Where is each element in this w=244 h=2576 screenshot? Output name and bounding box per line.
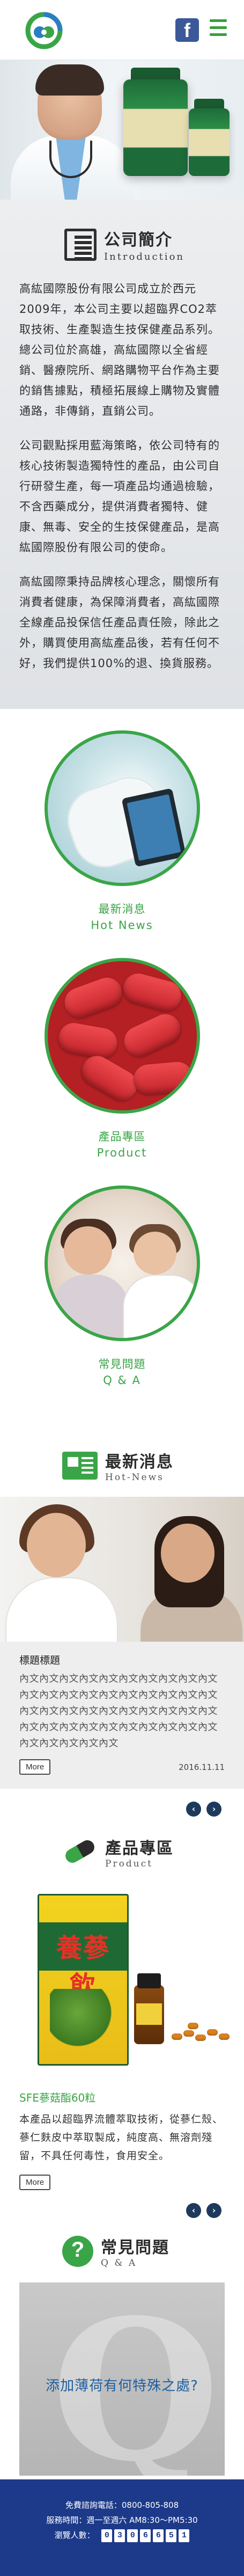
counter-digit: 5	[166, 2529, 177, 2542]
news-date: 2016.11.11	[179, 1762, 225, 1772]
hero-banner	[0, 60, 244, 200]
qa-circle-image[interactable]	[44, 1185, 200, 1341]
qa-card[interactable]: Q 添加薄荷有何特殊之處?	[19, 2282, 225, 2476]
product-subtitle: Product	[105, 1858, 153, 1869]
facebook-icon[interactable]: f	[175, 18, 199, 42]
next-arrow-icon[interactable]: ›	[206, 1802, 221, 1817]
footer-hours: 服務時間：週一至週六 AM8:30～PM5:30	[46, 2515, 198, 2525]
qa-subtitle: Q & A	[101, 2258, 137, 2268]
product-title: 產品專區	[105, 1839, 174, 1858]
intro-paragraph: 高紘國際股份有限公司成立於西元2009年，本公司主要以超臨界CO2萃取技術、生產…	[19, 282, 220, 418]
prev-arrow-icon[interactable]: ‹	[186, 2203, 201, 2218]
news-more-button[interactable]: More	[19, 1759, 51, 1775]
news-card: 標題標題 內文內文內文內文內文內文內文內文內文內文內文內文內文內文內文內文內文內…	[0, 1642, 244, 1789]
news-item-title[interactable]: 標題標題	[19, 1652, 225, 1667]
product-section: 產品專區 Product 養蔘飲 SFE蔘菇酯60粒 本產品以超臨界流體萃取技術…	[0, 1829, 244, 2231]
hero-product-bottle	[123, 79, 188, 176]
qa-section: ? 常見問題 Q & A Q 添加薄荷有何特殊之處? ‹ ›	[0, 2231, 244, 2516]
question-mark-icon: ?	[62, 2236, 93, 2267]
intro-subtitle: Introduction	[104, 251, 184, 262]
circle-label[interactable]: 最新消息	[0, 901, 244, 917]
intro-paragraph: 高紘國際秉持品牌核心理念，關懷所有消費者健康，為保障消費者，高紘國際全線產品投保…	[19, 575, 220, 670]
softgel-capsules	[172, 2023, 236, 2044]
product-photo[interactable]: 養蔘飲	[0, 1883, 244, 2082]
product-circle-image[interactable]	[44, 958, 200, 1114]
counter-digit: 3	[114, 2529, 125, 2542]
circle-label[interactable]: 產品專區	[0, 1129, 244, 1145]
hero-product-bottle-small	[189, 108, 230, 176]
qa-title: 常見問題	[101, 2238, 169, 2257]
site-header: f	[0, 0, 244, 60]
circle-nav: 最新消息 Hot News 產品專區 Product 常見問題 Q & A	[0, 709, 244, 1429]
product-name[interactable]: SFE蔘菇酯60粒	[19, 2089, 225, 2105]
company-logo-icon[interactable]	[21, 12, 66, 49]
circle-label[interactable]: 常見問題	[0, 1356, 244, 1372]
circle-nav-news[interactable]: 最新消息 Hot News	[0, 730, 244, 933]
circle-sublabel[interactable]: Hot News	[0, 917, 244, 933]
news-header: 最新消息 Hot-News	[19, 1448, 225, 1483]
product-more-button[interactable]: More	[19, 2175, 51, 2190]
visitor-label: 瀏覽人數：	[54, 2530, 95, 2540]
circle-sublabel[interactable]: Product	[0, 1145, 244, 1161]
counter-digit: 6	[140, 2529, 151, 2542]
intro-section: 公司簡介 Introduction 高紘國際股份有限公司成立於西元2009年，本…	[0, 200, 244, 709]
building-icon	[64, 228, 97, 261]
product-box: 養蔘飲	[38, 1894, 129, 2066]
news-section: 最新消息 Hot-News 標題標題 內文內文內文內文內文內文內文內文內文內文內…	[0, 1429, 244, 1829]
news-pager: ‹ ›	[19, 1789, 225, 1829]
product-header: 產品專區 Product	[19, 1835, 225, 1869]
product-description: 本產品以超臨界流體萃取技術，從蔘仁殼、蔘仁麩皮中萃取製成，純度高、無溶劑殘留，不…	[19, 2113, 224, 2162]
counter-digit: 6	[153, 2529, 164, 2542]
news-circle-image[interactable]	[44, 730, 200, 886]
news-item-body: 內文內文內文內文內文內文內文內文內文內文內文內文內文內文內文內文內文內文內文內文…	[19, 1673, 218, 1749]
circle-sublabel[interactable]: Q & A	[0, 1372, 244, 1388]
visitor-counter-row: 瀏覽人數： 0 3 0 6 6 5 1	[0, 2528, 244, 2543]
next-arrow-icon[interactable]: ›	[206, 2203, 221, 2218]
qa-question[interactable]: 添加薄荷有何特殊之處?	[19, 2375, 225, 2395]
counter-digit: 1	[179, 2529, 190, 2542]
site-footer: 免費諮詢電話：0800-805-808 服務時間：週一至週六 AM8:30～PM…	[0, 2479, 244, 2576]
prev-arrow-icon[interactable]: ‹	[186, 1802, 201, 1817]
visitor-counter: 0 3 0 6 6 5 1	[101, 2529, 190, 2542]
page: f 公司簡介 Introduction 高紘國際股份有限公司成立於西元2009年…	[0, 0, 244, 2576]
product-pager: ‹ ›	[19, 2190, 225, 2231]
hamburger-menu-icon[interactable]	[210, 19, 227, 39]
capsule-icon	[62, 1838, 98, 1866]
counter-digit: 0	[101, 2529, 113, 2542]
news-subtitle: Hot-News	[105, 1472, 164, 1483]
qa-header: ? 常見問題 Q & A	[19, 2234, 225, 2268]
news-title: 最新消息	[105, 1453, 174, 1472]
circle-nav-qa[interactable]: 常見問題 Q & A	[0, 1185, 244, 1388]
intro-paragraph: 公司觀點採用藍海策略，依公司特有的核心技術製造獨特性的產品，由公司自行研發生產，…	[19, 439, 220, 554]
news-photo[interactable]	[0, 1497, 244, 1642]
intro-title: 公司簡介	[104, 231, 173, 250]
circle-nav-product[interactable]: 產品專區 Product	[0, 958, 244, 1161]
footer-hotline: 免費諮詢電話：0800-805-808	[65, 2500, 179, 2510]
intro-header: 公司簡介 Introduction	[19, 226, 225, 262]
newspaper-icon	[62, 1452, 98, 1480]
counter-digit: 0	[127, 2529, 138, 2542]
